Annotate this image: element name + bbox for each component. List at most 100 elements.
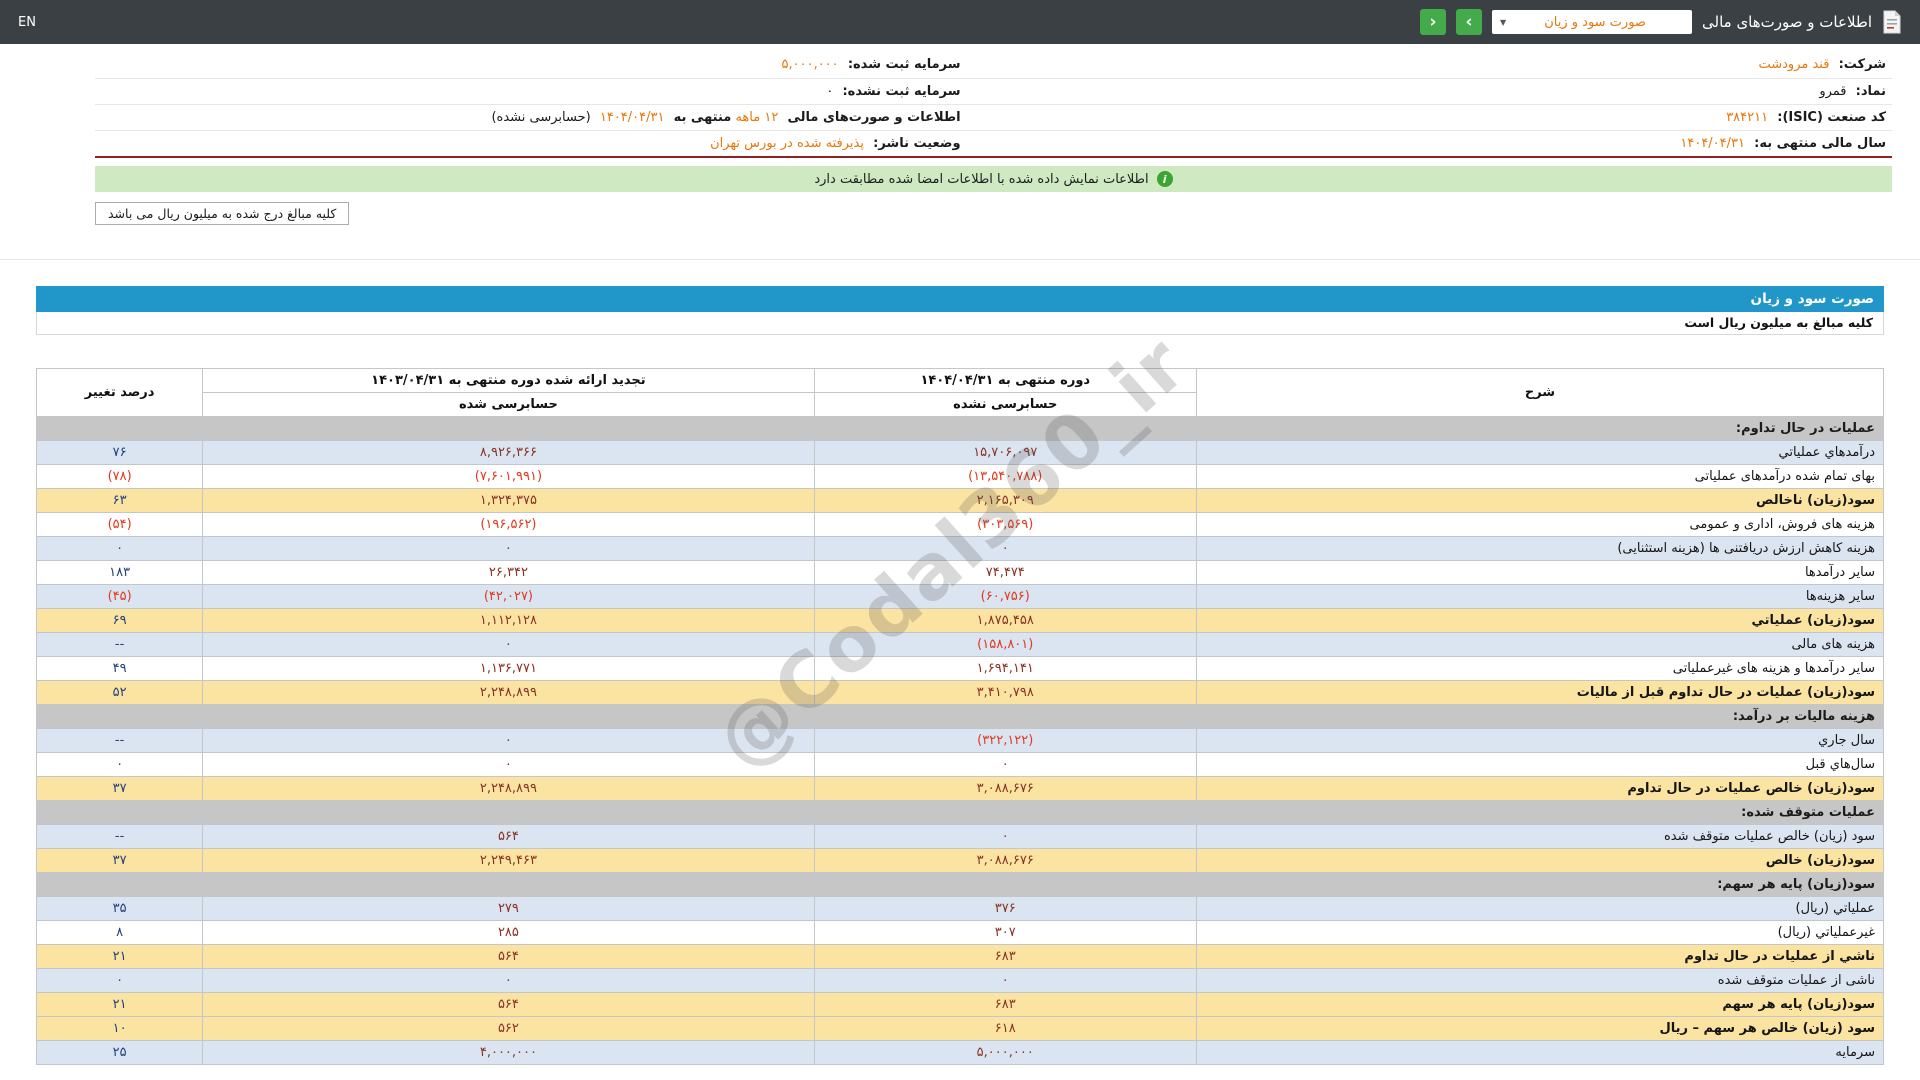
row-current: ۱,۸۷۵,۴۵۸ bbox=[814, 609, 1196, 633]
row-change: ۸ bbox=[37, 921, 203, 945]
row-prior bbox=[203, 873, 814, 897]
row-prior bbox=[203, 705, 814, 729]
info-row-4: سال مالی منتهی به: ۱۴۰۴/۰۴/۳۱ وضعیت ناشر… bbox=[95, 130, 1892, 156]
row-change bbox=[37, 801, 203, 825]
row-change: ۰ bbox=[37, 537, 203, 561]
statement-section-row: عملیات در حال تداوم: bbox=[37, 417, 1884, 441]
statement-line-period: ۱۲ ماهه bbox=[735, 110, 778, 125]
row-current: ۶۸۳ bbox=[814, 945, 1196, 969]
row-label: عملیات در حال تداوم: bbox=[1196, 417, 1883, 441]
language-toggle-en[interactable]: EN bbox=[18, 15, 36, 30]
statement-units-note: کلیه مبالغ به میلیون ریال است bbox=[36, 312, 1884, 335]
codal-financial-statement-page: { "colors": { "accent_orange": "#e8770c"… bbox=[0, 0, 1920, 1080]
row-change: (۷۸) bbox=[37, 465, 203, 489]
row-current: (۳۲۲,۱۲۲) bbox=[814, 729, 1196, 753]
section-divider bbox=[0, 259, 1920, 260]
row-change: ۵۲ bbox=[37, 681, 203, 705]
row-label: هزینه های فروش، اداری و عمومی bbox=[1196, 513, 1883, 537]
row-label: سود(زیان) پایه هر سهم bbox=[1196, 993, 1883, 1017]
row-current: ۳۷۶ bbox=[814, 897, 1196, 921]
statement-data-row: بهای تمام شده درآمدهای عملیاتی(۱۳,۵۴۰,۷۸… bbox=[37, 465, 1884, 489]
row-current: ۰ bbox=[814, 969, 1196, 993]
company-label: شرکت: bbox=[1839, 57, 1886, 72]
signature-match-text: اطلاعات نمایش داده شده با اطلاعات امضا ش… bbox=[814, 172, 1148, 187]
row-change: ۷۶ bbox=[37, 441, 203, 465]
statement-data-row: سال جاري(۳۲۲,۱۲۲)۰-- bbox=[37, 729, 1884, 753]
row-prior: ۱,۱۳۶,۷۷۱ bbox=[203, 657, 814, 681]
row-prior: ۰ bbox=[203, 753, 814, 777]
publisher-status-value: پذیرفته شده در بورس تهران bbox=[710, 136, 864, 151]
statement-section-row: عملیات متوقف شده: bbox=[37, 801, 1884, 825]
row-change bbox=[37, 705, 203, 729]
row-change: (۴۵) bbox=[37, 585, 203, 609]
company-info-table: شرکت: قند مرودشت سرمایه ثبت شده: ۵,۰۰۰,۰… bbox=[95, 52, 1892, 156]
top-bar: اطلاعات و صورت‌های مالی صورت سود و زیان … bbox=[0, 0, 1920, 44]
row-label: درآمدهاي عملياتي bbox=[1196, 441, 1883, 465]
row-change: -- bbox=[37, 825, 203, 849]
top-bar-right-group: اطلاعات و صورت‌های مالی صورت سود و زیان … bbox=[1420, 9, 1902, 35]
statement-data-row: عملیاتي (ریال)۳۷۶۲۷۹۳۵ bbox=[37, 897, 1884, 921]
row-label: هزینه کاهش ارزش دریافتنی ها (هزینه استثن… bbox=[1196, 537, 1883, 561]
row-label: عملیات متوقف شده: bbox=[1196, 801, 1883, 825]
statement-line-date: ۱۴۰۴/۰۴/۳۱ bbox=[600, 110, 665, 125]
symbol-value: قمرو bbox=[1819, 84, 1846, 99]
publisher-status-label: وضعیت ناشر: bbox=[873, 136, 960, 151]
unregistered-capital-label: سرمایه ثبت نشده: bbox=[842, 84, 960, 99]
row-current: ۱۵,۷۰۶,۰۹۷ bbox=[814, 441, 1196, 465]
statement-line-text: اطلاعات و صورت‌های مالی bbox=[787, 110, 960, 125]
statement-data-row: سود(زیان) عملیاتي۱,۸۷۵,۴۵۸۱,۱۱۲,۱۲۸۶۹ bbox=[37, 609, 1884, 633]
amounts-unit-note: کلیه مبالغ درج شده به میلیون ریال می باش… bbox=[95, 202, 349, 225]
row-prior: ۸,۹۲۶,۳۶۶ bbox=[203, 441, 814, 465]
row-label: غیرعملیاتي (ریال) bbox=[1196, 921, 1883, 945]
next-statement-button[interactable]: › bbox=[1456, 9, 1482, 35]
company-value: قند مرودشت bbox=[1758, 57, 1829, 72]
statement-line-ending: منتهی به bbox=[674, 110, 732, 125]
unregistered-capital-value: ۰ bbox=[826, 84, 833, 99]
row-current: ۰ bbox=[814, 825, 1196, 849]
row-current: (۱۳,۵۴۰,۷۸۸) bbox=[814, 465, 1196, 489]
row-label: سود(زیان) خالص عملیات در حال تداوم bbox=[1196, 777, 1883, 801]
row-current: (۱۵۸,۸۰۱) bbox=[814, 633, 1196, 657]
financial-report-icon bbox=[1882, 10, 1902, 34]
row-label: سود(زیان) عملیاتي bbox=[1196, 609, 1883, 633]
row-prior: ۲,۲۴۹,۴۶۳ bbox=[203, 849, 814, 873]
row-current bbox=[814, 801, 1196, 825]
row-change: ۰ bbox=[37, 753, 203, 777]
row-change: ۶۹ bbox=[37, 609, 203, 633]
row-current bbox=[814, 873, 1196, 897]
row-change bbox=[37, 873, 203, 897]
row-label: هزینه مالیات بر درآمد: bbox=[1196, 705, 1883, 729]
statement-section-row: سود(زیان) پایه هر سهم: bbox=[37, 873, 1884, 897]
row-prior: (۴۲,۰۲۷) bbox=[203, 585, 814, 609]
col-header-prior-period: تجدید ارائه شده دوره منتهی به ۱۴۰۳/۰۴/۳۱ bbox=[203, 369, 814, 393]
row-change: -- bbox=[37, 633, 203, 657]
statement-table-container: @Codal360_ir شرح دوره منتهی به ۱۴۰۴/۰۴/۳… bbox=[36, 368, 1884, 1065]
info-row-2: نماد: قمرو سرمایه ثبت نشده: ۰ bbox=[95, 78, 1892, 104]
row-change: ۲۱ bbox=[37, 945, 203, 969]
statement-table-body: عملیات در حال تداوم:درآمدهاي عملياتي۱۵,۷… bbox=[37, 417, 1884, 1065]
statement-type-select[interactable]: صورت سود و زیان ▼ bbox=[1492, 10, 1692, 34]
previous-statement-button[interactable]: ‹ bbox=[1420, 9, 1446, 35]
row-change: -- bbox=[37, 729, 203, 753]
row-label: سود (زیان) خالص عملیات متوقف شده bbox=[1196, 825, 1883, 849]
info-row-3: کد صنعت (ISIC): ۳۸۴۲۱۱ اطلاعات و صورت‌ها… bbox=[95, 104, 1892, 130]
statement-data-row: ناشی از عملیات متوقف شده۰۰۰ bbox=[37, 969, 1884, 993]
row-current: ۶۸۳ bbox=[814, 993, 1196, 1017]
row-current: ۵,۰۰۰,۰۰۰ bbox=[814, 1041, 1196, 1065]
statement-data-row: غیرعملیاتي (ریال)۳۰۷۲۸۵۸ bbox=[37, 921, 1884, 945]
row-label: سایر درآمدها bbox=[1196, 561, 1883, 585]
row-label: سود (زیان) خالص هر سهم – ریال bbox=[1196, 1017, 1883, 1041]
company-info-section: شرکت: قند مرودشت سرمایه ثبت شده: ۵,۰۰۰,۰… bbox=[95, 52, 1892, 158]
row-prior bbox=[203, 417, 814, 441]
row-label: سود(زیان) عملیات در حال تداوم قبل از مال… bbox=[1196, 681, 1883, 705]
row-prior: ۲,۲۴۸,۸۹۹ bbox=[203, 777, 814, 801]
row-change: ۳۷ bbox=[37, 777, 203, 801]
row-label: عملیاتي (ریال) bbox=[1196, 897, 1883, 921]
statement-data-row: هزینه های فروش، اداری و عمومی(۳۰۳,۵۶۹)(۱… bbox=[37, 513, 1884, 537]
row-current: ۲,۱۶۵,۳۰۹ bbox=[814, 489, 1196, 513]
statement-data-row: هزینه های مالی(۱۵۸,۸۰۱)۰-- bbox=[37, 633, 1884, 657]
row-prior: ۲,۲۴۸,۸۹۹ bbox=[203, 681, 814, 705]
row-current: ۳,۴۱۰,۷۹۸ bbox=[814, 681, 1196, 705]
row-label: سال‌هاي قبل bbox=[1196, 753, 1883, 777]
page-title: اطلاعات و صورت‌های مالی bbox=[1702, 13, 1872, 31]
